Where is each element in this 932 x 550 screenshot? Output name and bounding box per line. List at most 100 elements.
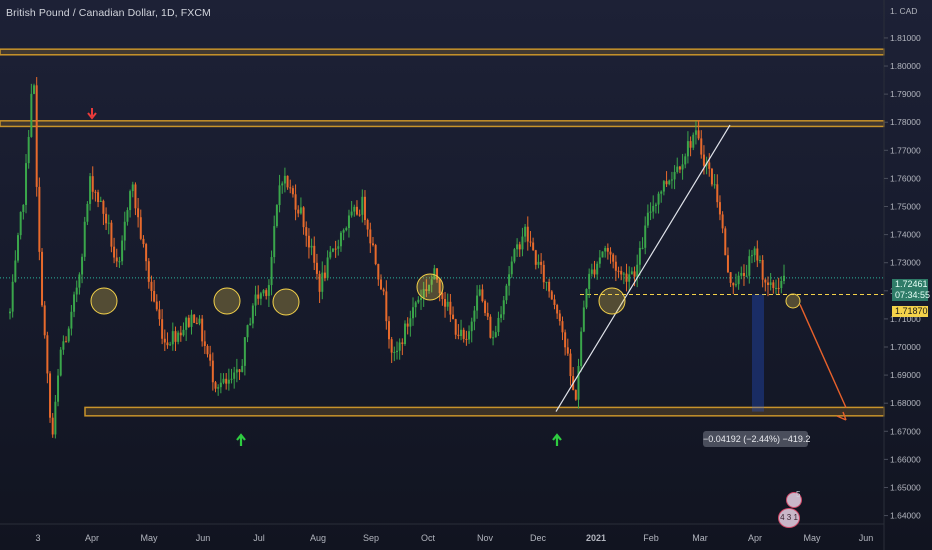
candle-body xyxy=(203,341,206,346)
up-arrow-icon xyxy=(236,433,246,446)
candle-body xyxy=(233,372,236,379)
candle-body xyxy=(545,281,548,283)
candle-body xyxy=(783,275,785,281)
y-axis-tick-label: 1.68000 xyxy=(890,398,921,408)
candle-body xyxy=(542,264,545,283)
candle-body xyxy=(654,204,657,206)
candle-body xyxy=(121,240,124,262)
candle-body xyxy=(577,366,580,400)
candle-body xyxy=(118,261,121,263)
candle-body xyxy=(556,304,559,314)
candle-body xyxy=(337,246,340,249)
candle-body xyxy=(22,204,25,212)
candle-body xyxy=(94,191,97,193)
candle-body xyxy=(644,225,647,248)
candle-body xyxy=(601,251,604,258)
candle-body xyxy=(134,184,137,209)
candle-body xyxy=(65,341,68,343)
candle-body xyxy=(262,290,265,294)
candle-body xyxy=(46,335,49,374)
candle-body xyxy=(230,378,233,380)
candle-body xyxy=(753,248,756,256)
candle-body xyxy=(649,211,652,213)
y-axis-tick-label: 1.73000 xyxy=(890,258,921,268)
candle-body xyxy=(43,305,46,336)
candle-body xyxy=(302,207,305,228)
candle-body xyxy=(198,318,201,324)
candle-body xyxy=(393,351,396,353)
event-badge-icon[interactable]: 4 3 1 xyxy=(778,508,800,528)
candle-body xyxy=(41,251,44,306)
candle-body xyxy=(329,251,332,258)
projection-line xyxy=(799,304,847,408)
candle-body xyxy=(497,317,500,333)
candle-body xyxy=(238,369,241,373)
candle-body xyxy=(273,226,276,258)
candlestick-chart[interactable]: 1.64000 1.65000 1.66000 1.67000 1.68000 1.690… xyxy=(0,0,932,550)
candle-body xyxy=(401,342,404,345)
candle-body xyxy=(758,260,761,262)
candle-body xyxy=(561,321,564,333)
candle-body xyxy=(713,184,716,186)
x-axis[interactable]: 3 Apr May Jun Jul Aug Sep Oct Nov Dec 2021 Feb Mar Ap… xyxy=(0,523,884,543)
candle-body xyxy=(470,321,473,332)
y-axis-tick-label: 1.75000 xyxy=(890,202,921,212)
candle-body xyxy=(14,260,17,282)
highlight-circle xyxy=(272,288,300,316)
candle-body xyxy=(49,373,52,418)
candle-body xyxy=(494,332,497,338)
candle-body xyxy=(33,85,36,94)
x-axis-tick-label: Jun xyxy=(859,533,874,543)
candle-body xyxy=(334,248,337,250)
candle-body xyxy=(481,289,484,302)
candle-body xyxy=(441,292,444,300)
candle-body xyxy=(476,295,479,311)
candle-body xyxy=(598,257,601,264)
candle-body xyxy=(564,332,567,348)
candle-body xyxy=(158,309,161,320)
candle-body xyxy=(315,262,318,274)
candle-body xyxy=(169,344,172,346)
candle-body xyxy=(574,390,577,400)
candle-body xyxy=(596,263,599,275)
candle-body xyxy=(606,247,609,252)
candle-body xyxy=(217,387,220,389)
candle-body xyxy=(521,236,524,250)
chart-title[interactable]: British Pound / Canadian Dollar, 1D, FXC… xyxy=(6,7,211,19)
y-axis[interactable]: 1.64000 1.65000 1.66000 1.67000 1.68000 1.690… xyxy=(883,0,921,550)
candle-body xyxy=(518,244,521,250)
candle-body xyxy=(17,235,20,261)
candle-body xyxy=(377,264,380,280)
candle-body xyxy=(249,323,252,326)
candle-body xyxy=(342,230,345,233)
y-axis-tick-label: 1.69000 xyxy=(890,370,921,380)
candle-body xyxy=(211,360,214,383)
candle-body xyxy=(97,192,100,202)
candle-body xyxy=(225,378,228,384)
candle-body xyxy=(113,246,116,258)
candle-body xyxy=(662,181,665,192)
candle-body xyxy=(694,130,697,135)
countdown-tag: 07:34:55 xyxy=(892,290,930,301)
candle-body xyxy=(406,323,409,327)
x-axis-tick-label: May xyxy=(803,533,821,543)
candle-body xyxy=(371,243,374,246)
x-axis-tick-label: 2021 xyxy=(586,533,606,543)
chart-area[interactable]: 1.64000 1.65000 1.66000 1.67000 1.68000 1.690… xyxy=(0,0,932,550)
candle-body xyxy=(241,365,244,373)
candle-body xyxy=(326,257,329,279)
candle-body xyxy=(670,179,673,181)
y-axis-tick-label: 1.80000 xyxy=(890,61,921,71)
y-axis-tick-label: 1.74000 xyxy=(890,230,921,240)
y-axis-tick-label: 1.65000 xyxy=(890,482,921,492)
candle-body xyxy=(665,181,668,185)
x-axis-tick-label: May xyxy=(140,533,158,543)
candle-body xyxy=(532,242,535,251)
candle-body xyxy=(99,200,102,202)
annotation-layer xyxy=(87,108,847,446)
candle-body xyxy=(307,235,310,248)
candle-body xyxy=(534,250,537,265)
candle-body xyxy=(75,287,78,295)
measure-range xyxy=(752,294,764,412)
candle-body xyxy=(190,314,193,327)
